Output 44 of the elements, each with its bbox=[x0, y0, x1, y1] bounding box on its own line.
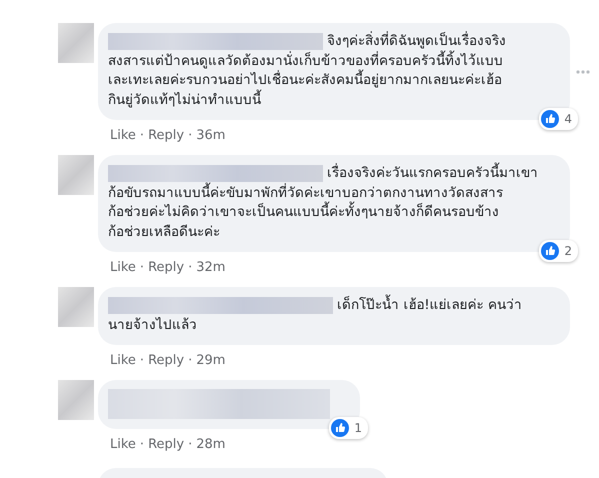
comment-time[interactable]: 32m bbox=[196, 260, 226, 274]
comment-time[interactable]: 36m bbox=[196, 128, 226, 142]
like-icon bbox=[541, 242, 560, 260]
avatar-placeholder bbox=[58, 23, 94, 63]
comment-action-link[interactable]: Like bbox=[110, 260, 136, 274]
reaction-count: 2 bbox=[564, 244, 572, 258]
comment-action-link[interactable]: Reply bbox=[148, 352, 184, 368]
separator-dot: · bbox=[188, 436, 192, 452]
comment-action-link[interactable]: Reply bbox=[148, 128, 184, 142]
comment-text: เรื่องจริงค่ะวันแรกครอบครัวนี้มาเขา bbox=[327, 164, 538, 184]
avatar-placeholder bbox=[58, 380, 94, 420]
comment-text: นายจ้างไปแล้ว bbox=[108, 316, 198, 334]
separator-dot: · bbox=[188, 260, 192, 274]
comment-text: จิงๆค่ะสิ่งที่ดิฉันพูดเป็นเรื่องจริง bbox=[327, 32, 506, 50]
reaction-badge[interactable]: 4 bbox=[539, 108, 578, 130]
separator-dot: · bbox=[140, 352, 144, 368]
separator-dot: · bbox=[188, 352, 192, 368]
separator-dot: · bbox=[140, 128, 144, 142]
comment-text: เด็กโป๊ะน้ำ เฮ้อ!แย่เลยค่ะ คนว่า bbox=[337, 296, 522, 316]
reaction-count: 1 bbox=[354, 421, 362, 435]
like-icon bbox=[541, 110, 560, 128]
separator-dot: · bbox=[140, 436, 144, 452]
like-icon bbox=[331, 419, 350, 437]
comment-action-link[interactable]: Like bbox=[110, 128, 136, 142]
comment-action-link[interactable]: Reply bbox=[148, 260, 184, 274]
reaction-badge[interactable]: 1 bbox=[329, 417, 368, 439]
avatar-placeholder bbox=[58, 287, 94, 327]
comment-text: ก้อขับรถมาแบบนี้ค่ะขับมาพักที่วัดค่ะเขาบอกว่าตกงานทางวัดสงสาร bbox=[108, 184, 504, 202]
separator-dot: · bbox=[188, 128, 192, 142]
comment-text: ก้อช่วยเหลือดีนะค่ะ bbox=[108, 222, 221, 242]
comment-text: เละเทะเลยค่ะรบกวนอย่าไปเชื่อนะค่ะสังคมนี้อยู่ยากมากเลยนะค่ะเฮ้อ bbox=[108, 71, 560, 90]
reaction-badge[interactable]: 2 bbox=[539, 240, 578, 262]
comment-text: ก้อช่วยค่ะไม่คิดว่าเขาจะเป็นคนแบบนี้ค่ะทั้งๆนายจ้างก็ดีคนรอบข้าง bbox=[108, 203, 560, 222]
comment-text: กินยู่วัดแท้ๆไม่น่าทำแบบนี้ bbox=[108, 90, 262, 110]
more-options-icon[interactable] bbox=[576, 70, 590, 74]
comment-action-link[interactable]: Reply bbox=[148, 436, 184, 452]
comment-action-link[interactable]: Like bbox=[110, 436, 136, 452]
reaction-count: 4 bbox=[564, 112, 572, 126]
separator-dot: · bbox=[140, 260, 144, 274]
comment-time[interactable]: 29m bbox=[196, 352, 226, 368]
comment-time[interactable]: 28m bbox=[196, 436, 226, 452]
comment-action-link[interactable]: Like bbox=[110, 352, 136, 368]
avatar-placeholder bbox=[58, 155, 94, 195]
comment-text: สงสารแต่ป้าคนดูแลวัดต้องมานั่งเก็บข้าวของที่ครอบครัวนี้ทิ้งไว้แบบ bbox=[108, 52, 504, 70]
